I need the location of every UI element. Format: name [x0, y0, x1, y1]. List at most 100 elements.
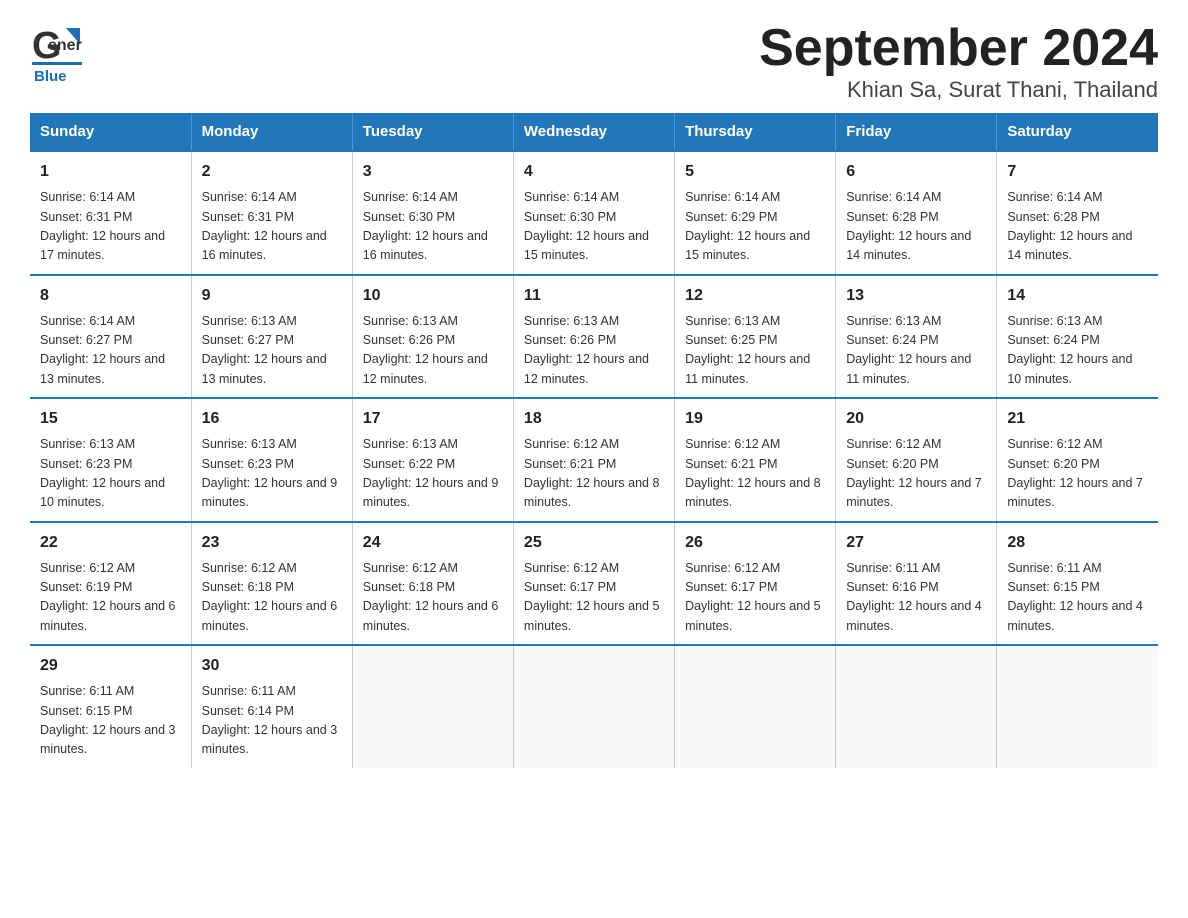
day-number: 2	[202, 160, 342, 184]
day-info: Sunrise: 6:13 AMSunset: 6:23 PMDaylight:…	[202, 435, 342, 513]
day-number: 9	[202, 284, 342, 308]
day-number: 7	[1007, 160, 1148, 184]
calendar-cell: 16 Sunrise: 6:13 AMSunset: 6:23 PMDayligh…	[191, 398, 352, 522]
day-number: 16	[202, 407, 342, 431]
calendar-cell: 11Sunrise: 6:13 AMSunset: 6:26 PMDayligh…	[513, 275, 674, 399]
calendar-cell: 27 Sunrise: 6:11 AMSunset: 6:16 PMDayligh…	[836, 522, 997, 646]
day-info: Sunrise: 6:11 AMSunset: 6:15 PMDaylight:…	[1007, 559, 1148, 637]
day-info: Sunrise: 6:12 AMSunset: 6:18 PMDaylight:…	[363, 559, 503, 637]
day-info: Sunrise: 6:14 AMSunset: 6:28 PMDaylight:…	[1007, 188, 1148, 266]
day-number: 19	[685, 407, 825, 431]
week-row-2: 8 Sunrise: 6:14 AMSunset: 6:27 PMDaylight…	[30, 275, 1158, 399]
day-info: Sunrise: 6:11 AMSunset: 6:15 PMDaylight:…	[40, 682, 181, 760]
calendar-title: September 2024	[759, 20, 1158, 77]
day-info: Sunrise: 6:13 AMSunset: 6:24 PMDaylight:…	[846, 312, 986, 390]
col-wednesday: Wednesday	[513, 113, 674, 151]
calendar-cell: 25 Sunrise: 6:12 AMSunset: 6:17 PMDayligh…	[513, 522, 674, 646]
day-info: Sunrise: 6:13 AMSunset: 6:26 PMDaylight:…	[363, 312, 503, 390]
day-number: 4	[524, 160, 664, 184]
day-number: 23	[202, 531, 342, 555]
calendar-cell: 9 Sunrise: 6:13 AMSunset: 6:27 PMDaylight…	[191, 275, 352, 399]
day-info: Sunrise: 6:12 AMSunset: 6:20 PMDaylight:…	[1007, 435, 1148, 513]
calendar-subtitle: Khian Sa, Surat Thani, Thailand	[759, 77, 1158, 103]
calendar-cell	[513, 645, 674, 768]
calendar-cell: 26 Sunrise: 6:12 AMSunset: 6:17 PMDayligh…	[675, 522, 836, 646]
calendar-cell: 10 Sunrise: 6:13 AMSunset: 6:26 PMDayligh…	[352, 275, 513, 399]
calendar-cell	[675, 645, 836, 768]
day-number: 21	[1007, 407, 1148, 431]
page-header: G eneral Blue September 2024 Khian Sa, S…	[30, 20, 1158, 103]
day-info: Sunrise: 6:14 AMSunset: 6:27 PMDaylight:…	[40, 312, 181, 390]
day-info: Sunrise: 6:14 AMSunset: 6:30 PMDaylight:…	[524, 188, 664, 266]
day-info: Sunrise: 6:11 AMSunset: 6:14 PMDaylight:…	[202, 682, 342, 760]
day-info: Sunrise: 6:13 AMSunset: 6:25 PMDaylight:…	[685, 312, 825, 390]
day-number: 27	[846, 531, 986, 555]
calendar-cell	[836, 645, 997, 768]
col-saturday: Saturday	[997, 113, 1158, 151]
calendar-cell: 29 Sunrise: 6:11 AMSunset: 6:15 PMDayligh…	[30, 645, 191, 768]
calendar-cell: 7 Sunrise: 6:14 AMSunset: 6:28 PMDaylight…	[997, 151, 1158, 275]
col-thursday: Thursday	[675, 113, 836, 151]
calendar-cell: 3 Sunrise: 6:14 AMSunset: 6:30 PMDaylight…	[352, 151, 513, 275]
calendar-cell: 23 Sunrise: 6:12 AMSunset: 6:18 PMDayligh…	[191, 522, 352, 646]
day-number: 6	[846, 160, 986, 184]
calendar-cell: 12 Sunrise: 6:13 AMSunset: 6:25 PMDayligh…	[675, 275, 836, 399]
day-number: 15	[40, 407, 181, 431]
calendar-cell: 6 Sunrise: 6:14 AMSunset: 6:28 PMDaylight…	[836, 151, 997, 275]
day-info: Sunrise: 6:14 AMSunset: 6:28 PMDaylight:…	[846, 188, 986, 266]
day-info: Sunrise: 6:12 AMSunset: 6:21 PMDaylight:…	[685, 435, 825, 513]
day-number: 12	[685, 284, 825, 308]
week-row-4: 22Sunrise: 6:12 AMSunset: 6:19 PMDayligh…	[30, 522, 1158, 646]
day-info: Sunrise: 6:13 AMSunset: 6:24 PMDaylight:…	[1007, 312, 1148, 390]
day-number: 17	[363, 407, 503, 431]
day-info: Sunrise: 6:13 AMSunset: 6:27 PMDaylight:…	[202, 312, 342, 390]
day-info: Sunrise: 6:12 AMSunset: 6:19 PMDaylight:…	[40, 559, 181, 637]
day-info: Sunrise: 6:12 AMSunset: 6:17 PMDaylight:…	[524, 559, 664, 637]
col-monday: Monday	[191, 113, 352, 151]
calendar-table: Sunday Monday Tuesday Wednesday Thursday…	[30, 113, 1158, 768]
logo-icon: G eneral	[30, 20, 82, 72]
logo-blue-text: Blue	[34, 68, 67, 85]
day-number: 1	[40, 160, 181, 184]
day-number: 26	[685, 531, 825, 555]
day-info: Sunrise: 6:13 AMSunset: 6:26 PMDaylight:…	[524, 312, 664, 390]
day-number: 29	[40, 654, 181, 678]
week-row-5: 29 Sunrise: 6:11 AMSunset: 6:15 PMDayligh…	[30, 645, 1158, 768]
day-number: 5	[685, 160, 825, 184]
day-number: 10	[363, 284, 503, 308]
calendar-cell: 30Sunrise: 6:11 AMSunset: 6:14 PMDayligh…	[191, 645, 352, 768]
day-number: 8	[40, 284, 181, 308]
day-number: 20	[846, 407, 986, 431]
calendar-cell: 20Sunrise: 6:12 AMSunset: 6:20 PMDayligh…	[836, 398, 997, 522]
title-block: September 2024 Khian Sa, Surat Thani, Th…	[759, 20, 1158, 103]
calendar-cell: 24 Sunrise: 6:12 AMSunset: 6:18 PMDayligh…	[352, 522, 513, 646]
calendar-header-row: Sunday Monday Tuesday Wednesday Thursday…	[30, 113, 1158, 151]
day-number: 25	[524, 531, 664, 555]
week-row-3: 15 Sunrise: 6:13 AMSunset: 6:23 PMDayligh…	[30, 398, 1158, 522]
calendar-cell: 14 Sunrise: 6:13 AMSunset: 6:24 PMDayligh…	[997, 275, 1158, 399]
calendar-cell	[997, 645, 1158, 768]
day-info: Sunrise: 6:12 AMSunset: 6:21 PMDaylight:…	[524, 435, 664, 513]
day-number: 14	[1007, 284, 1148, 308]
calendar-cell: 4 Sunrise: 6:14 AMSunset: 6:30 PMDaylight…	[513, 151, 674, 275]
day-info: Sunrise: 6:12 AMSunset: 6:18 PMDaylight:…	[202, 559, 342, 637]
col-friday: Friday	[836, 113, 997, 151]
calendar-cell: 13Sunrise: 6:13 AMSunset: 6:24 PMDayligh…	[836, 275, 997, 399]
day-info: Sunrise: 6:14 AMSunset: 6:30 PMDaylight:…	[363, 188, 503, 266]
day-number: 28	[1007, 531, 1148, 555]
day-number: 24	[363, 531, 503, 555]
calendar-cell: 21 Sunrise: 6:12 AMSunset: 6:20 PMDayligh…	[997, 398, 1158, 522]
calendar-cell: 17Sunrise: 6:13 AMSunset: 6:22 PMDayligh…	[352, 398, 513, 522]
calendar-cell: 19 Sunrise: 6:12 AMSunset: 6:21 PMDayligh…	[675, 398, 836, 522]
day-number: 3	[363, 160, 503, 184]
calendar-cell: 8 Sunrise: 6:14 AMSunset: 6:27 PMDaylight…	[30, 275, 191, 399]
day-info: Sunrise: 6:14 AMSunset: 6:29 PMDaylight:…	[685, 188, 825, 266]
day-info: Sunrise: 6:11 AMSunset: 6:16 PMDaylight:…	[846, 559, 986, 637]
calendar-cell: 2Sunrise: 6:14 AMSunset: 6:31 PMDaylight…	[191, 151, 352, 275]
day-info: Sunrise: 6:12 AMSunset: 6:17 PMDaylight:…	[685, 559, 825, 637]
svg-text:eneral: eneral	[48, 37, 82, 54]
calendar-cell: 28 Sunrise: 6:11 AMSunset: 6:15 PMDayligh…	[997, 522, 1158, 646]
day-info: Sunrise: 6:14 AMSunset: 6:31 PMDaylight:…	[40, 188, 181, 266]
calendar-cell: 18Sunrise: 6:12 AMSunset: 6:21 PMDayligh…	[513, 398, 674, 522]
logo: G eneral Blue	[30, 20, 82, 85]
